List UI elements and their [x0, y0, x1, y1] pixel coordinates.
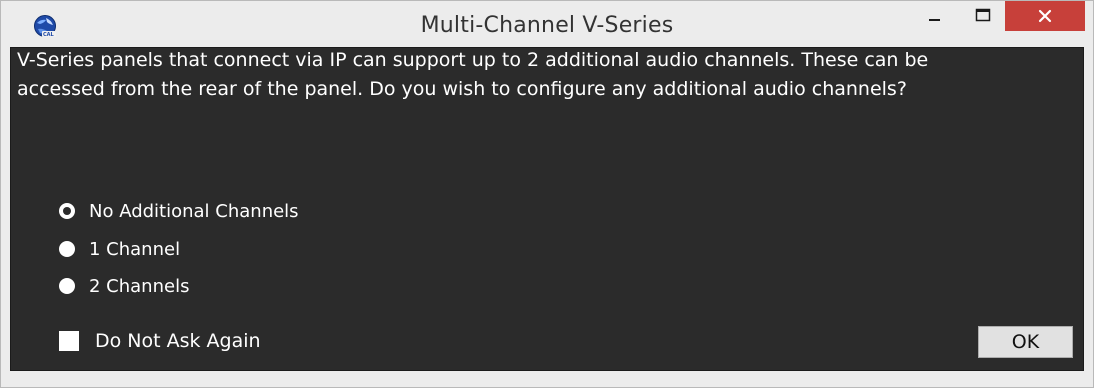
radio-1-channel[interactable]: 1 Channel [59, 236, 180, 262]
do-not-ask-again-checkbox[interactable] [59, 331, 79, 351]
maximize-icon [975, 8, 991, 22]
message-line-1: V-Series panels that connect via IP can … [17, 49, 929, 71]
ok-button[interactable]: OK [978, 326, 1073, 358]
radio-button[interactable] [59, 241, 75, 257]
minimize-button[interactable] [913, 1, 959, 31]
close-button[interactable] [1005, 1, 1085, 31]
radio-label: 2 Channels [89, 275, 190, 297]
minimize-icon [929, 19, 940, 21]
dialog-message: V-Series panels that connect via IP can … [17, 46, 1067, 104]
checkbox-label: Do Not Ask Again [95, 330, 261, 352]
close-icon [1038, 9, 1052, 23]
radio-label: No Additional Channels [89, 200, 299, 222]
dialog-window: CAL Multi-Channel V-Series V-Series pane… [0, 0, 1094, 388]
title-bar[interactable]: CAL Multi-Channel V-Series [1, 1, 1093, 47]
message-line-2: accessed from the rear of the panel. Do … [17, 78, 907, 100]
radio-button[interactable] [59, 278, 75, 294]
radio-label: 1 Channel [89, 238, 181, 260]
radio-no-additional-channels[interactable]: No Additional Channels [59, 198, 299, 224]
radio-button-selected[interactable] [59, 203, 75, 219]
radio-2-channels[interactable]: 2 Channels [59, 273, 189, 299]
do-not-ask-again-checkbox-row[interactable]: Do Not Ask Again [59, 328, 261, 354]
maximize-button[interactable] [959, 1, 1005, 31]
